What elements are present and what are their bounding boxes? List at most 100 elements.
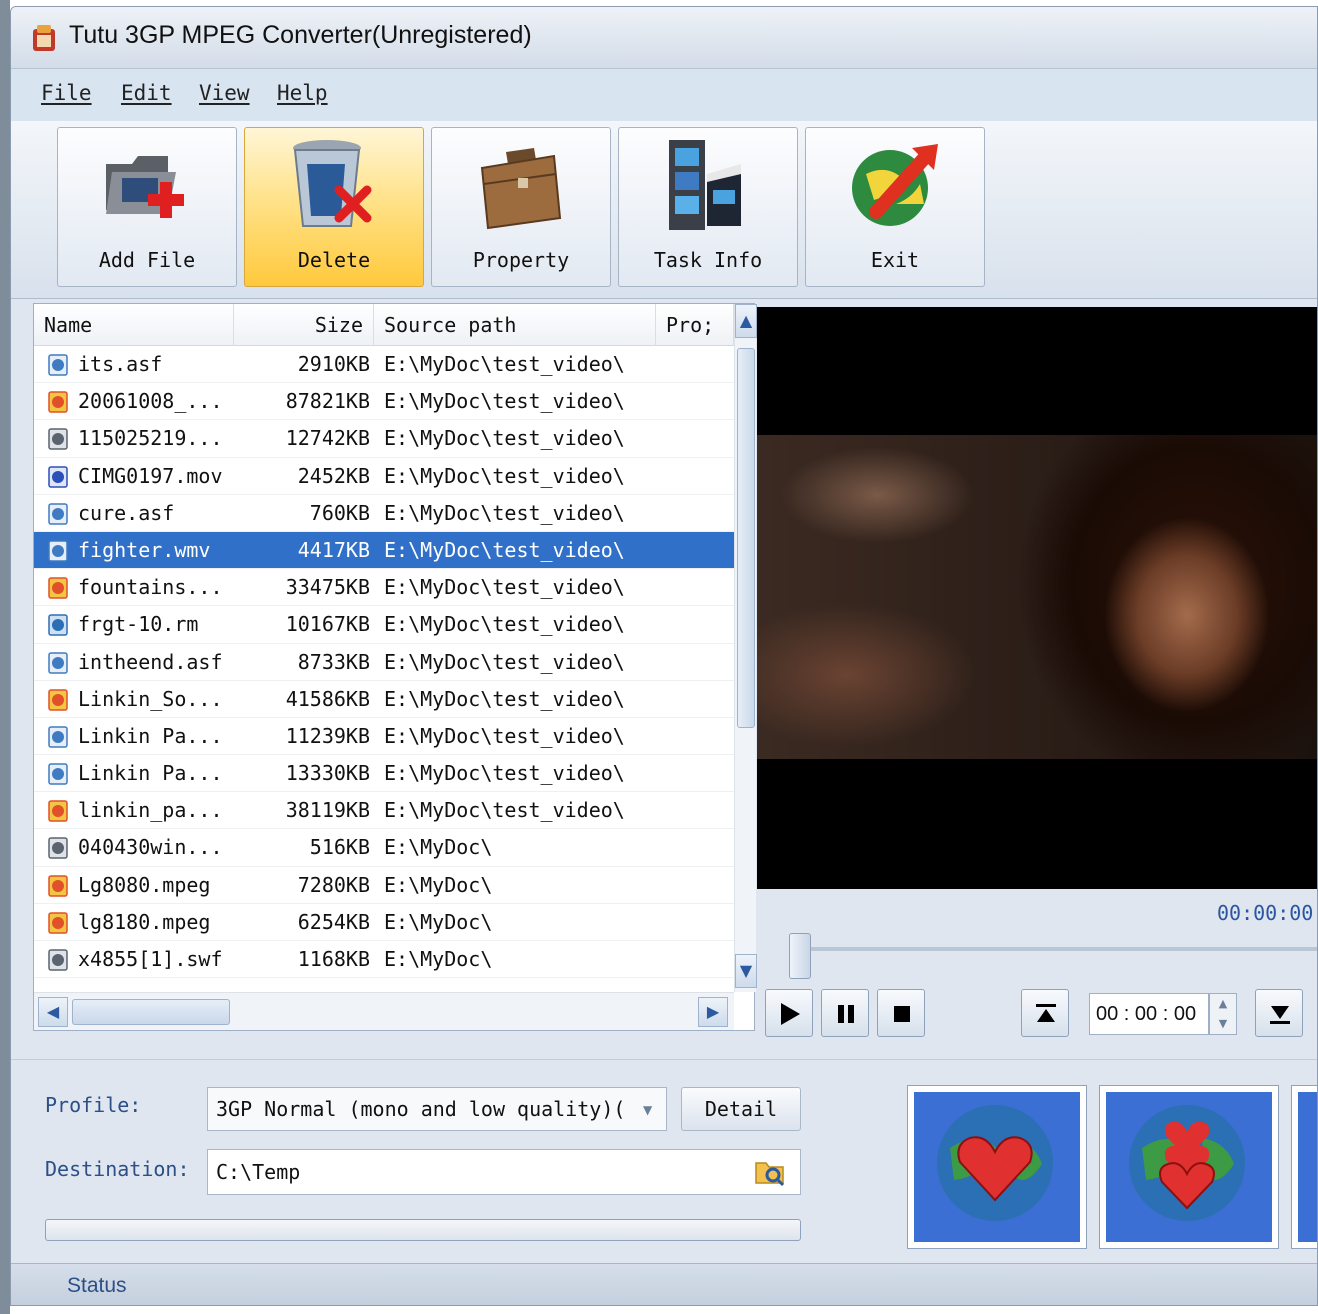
column-header-progress[interactable]: Pro; xyxy=(656,304,734,346)
mpeg-file-icon xyxy=(48,912,68,934)
file-name: fighter.wmv xyxy=(78,537,211,562)
file-size: 38119KB xyxy=(285,798,370,823)
file-row[interactable]: its.asf 2910KB E:\MyDoc\test_video\ xyxy=(34,346,734,384)
add-file-button[interactable]: Add File xyxy=(57,127,237,287)
seek-bar-thumb[interactable] xyxy=(789,933,811,979)
stop-icon xyxy=(894,1006,910,1022)
file-row[interactable]: Linkin Pa... 11239KB E:\MyDoc\test_video\ xyxy=(34,718,734,756)
file-row[interactable]: 20061008_... 87821KB E:\MyDoc\test_video\ xyxy=(34,383,734,421)
file-row[interactable]: 040430win... 516KB E:\MyDoc\ xyxy=(34,829,734,867)
delete-button[interactable]: Delete xyxy=(244,127,424,287)
extra-convert-button[interactable] xyxy=(1291,1085,1317,1249)
globe-heart-convert-icon xyxy=(937,1105,1053,1221)
file-size: 2452KB xyxy=(297,463,370,488)
time-input[interactable]: 00 : 00 : 00 xyxy=(1089,993,1209,1035)
file-name: cure.asf xyxy=(78,500,175,525)
vertical-scroll-thumb[interactable] xyxy=(737,348,755,728)
browse-folder-icon[interactable] xyxy=(753,1155,787,1189)
batch-convert-button[interactable] xyxy=(1099,1085,1279,1249)
column-header-name[interactable]: Name xyxy=(34,304,234,346)
file-row[interactable]: fountains... 33475KB E:\MyDoc\test_video\ xyxy=(34,569,734,607)
file-source-path: E:\MyDoc\test_video\ xyxy=(384,463,625,488)
folder-add-icon xyxy=(106,156,184,218)
video-frame-image xyxy=(757,435,1317,759)
file-size: 2910KB xyxy=(297,352,370,376)
realmedia-file-icon xyxy=(48,614,68,637)
title-bar: Tutu 3GP MPEG Converter(Unregistered) xyxy=(11,7,1317,69)
timecode-display: 00:00:00 xyxy=(1217,901,1314,925)
vertical-scrollbar[interactable]: ▲ ▼ xyxy=(734,304,757,992)
menu-help[interactable]: Help xyxy=(277,81,328,105)
destination-input[interactable]: C:\Temp xyxy=(207,1149,801,1195)
file-name: CIMG0197.mov xyxy=(78,463,223,488)
horizontal-scroll-thumb[interactable] xyxy=(72,999,230,1025)
column-header-source-path[interactable]: Source path xyxy=(374,304,656,346)
file-source-path: E:\MyDoc\test_video\ xyxy=(384,389,625,414)
task-info-button[interactable]: Task Info xyxy=(618,127,798,287)
file-source-path: E:\MyDoc\test_video\ xyxy=(384,723,625,748)
file-row[interactable]: Lg8080.mpeg 7280KB E:\MyDoc\ xyxy=(34,867,734,904)
toolbar: Add File Delete Property Task Info Exit xyxy=(11,121,1317,299)
file-row[interactable]: Linkin Pa... 13330KB E:\MyDoc\test_video\ xyxy=(34,755,734,793)
file-size: 6254KB xyxy=(297,909,370,934)
file-row[interactable]: x4855[1].swf 1168KB E:\MyDoc\ xyxy=(34,941,734,979)
menu-file[interactable]: File xyxy=(41,81,92,105)
file-name: x4855[1].swf xyxy=(78,947,223,971)
file-row[interactable]: cure.asf 760KB E:\MyDoc\test_video\ xyxy=(34,495,734,532)
desktop-edge xyxy=(0,0,10,1314)
file-list[interactable]: Name Size Source path Pro; its.asf 2910KB… xyxy=(33,303,757,1031)
play-button[interactable] xyxy=(765,989,813,1037)
detail-button[interactable]: Detail xyxy=(681,1087,801,1131)
property-label: Property xyxy=(472,248,570,272)
stop-button[interactable] xyxy=(877,989,925,1037)
file-size: 12742KB xyxy=(285,426,370,451)
briefcase-icon xyxy=(480,148,562,230)
horizontal-scrollbar[interactable]: ◀ ▶ xyxy=(34,992,734,1030)
file-size: 87821KB xyxy=(285,389,370,414)
time-spinner[interactable]: ▲ ▼ xyxy=(1209,993,1237,1035)
file-size: 41586KB xyxy=(285,686,370,711)
scroll-down-button[interactable]: ▼ xyxy=(735,954,757,988)
property-button[interactable]: Property xyxy=(431,127,611,287)
profile-select[interactable]: 3GP Normal (mono and low quality)( xyxy=(207,1087,667,1131)
file-size: 516KB xyxy=(309,835,370,860)
scroll-up-button[interactable]: ▲ xyxy=(735,304,757,338)
file-row[interactable]: intheend.asf 8733KB E:\MyDoc\test_video\ xyxy=(34,644,734,681)
chevron-down-icon[interactable]: ▼ xyxy=(643,1103,652,1117)
file-row[interactable]: fighter.wmv 4417KB E:\MyDoc\test_video\ xyxy=(34,531,734,570)
file-row[interactable]: CIMG0197.mov 2452KB E:\MyDoc\test_video\ xyxy=(34,458,734,495)
seek-bar-track[interactable] xyxy=(789,947,1317,951)
flash-file-icon xyxy=(48,949,68,971)
column-header-size[interactable]: Size xyxy=(234,304,374,346)
exit-button[interactable]: Exit xyxy=(805,127,985,287)
add-file-label: Add File xyxy=(98,248,196,272)
set-start-button[interactable] xyxy=(1021,989,1069,1037)
file-row[interactable]: linkin_pa... 38119KB E:\MyDoc\test_video\ xyxy=(34,792,734,830)
menu-view[interactable]: View xyxy=(199,81,250,105)
mpeg-file-icon xyxy=(48,874,68,897)
app-window: Tutu 3GP MPEG Converter(Unregistered) Fi… xyxy=(10,6,1318,1306)
set-end-button[interactable] xyxy=(1255,989,1303,1037)
file-row[interactable]: lg8180.mpeg 6254KB E:\MyDoc\ xyxy=(34,904,734,941)
destination-label: Destination: xyxy=(45,1157,190,1181)
pause-button[interactable] xyxy=(821,989,869,1037)
file-row[interactable]: frgt-10.rm 10167KB E:\MyDoc\test_video\ xyxy=(34,606,734,644)
delete-label: Delete xyxy=(297,248,371,272)
scroll-left-button[interactable]: ◀ xyxy=(38,997,68,1027)
file-name: 040430win... xyxy=(78,835,223,860)
pause-icon xyxy=(838,1005,854,1023)
file-row[interactable]: Linkin_So... 41586KB E:\MyDoc\test_video\ xyxy=(34,681,734,718)
wmv-file-icon xyxy=(48,651,68,674)
menu-edit[interactable]: Edit xyxy=(121,81,172,105)
file-row[interactable]: 115025219... 12742KB E:\MyDoc\test_video\ xyxy=(34,420,734,458)
convert-button[interactable] xyxy=(907,1085,1087,1249)
mov-file-icon xyxy=(48,465,68,488)
file-source-path: E:\MyDoc\ xyxy=(384,872,493,897)
file-size: 8733KB xyxy=(297,649,370,674)
app-icon xyxy=(33,25,55,51)
wmv-file-icon xyxy=(48,726,68,748)
scroll-right-button[interactable]: ▶ xyxy=(698,997,728,1027)
file-source-path: E:\MyDoc\test_video\ xyxy=(384,612,625,637)
file-source-path: E:\MyDoc\test_video\ xyxy=(384,575,625,600)
file-size: 4417KB xyxy=(297,537,370,562)
